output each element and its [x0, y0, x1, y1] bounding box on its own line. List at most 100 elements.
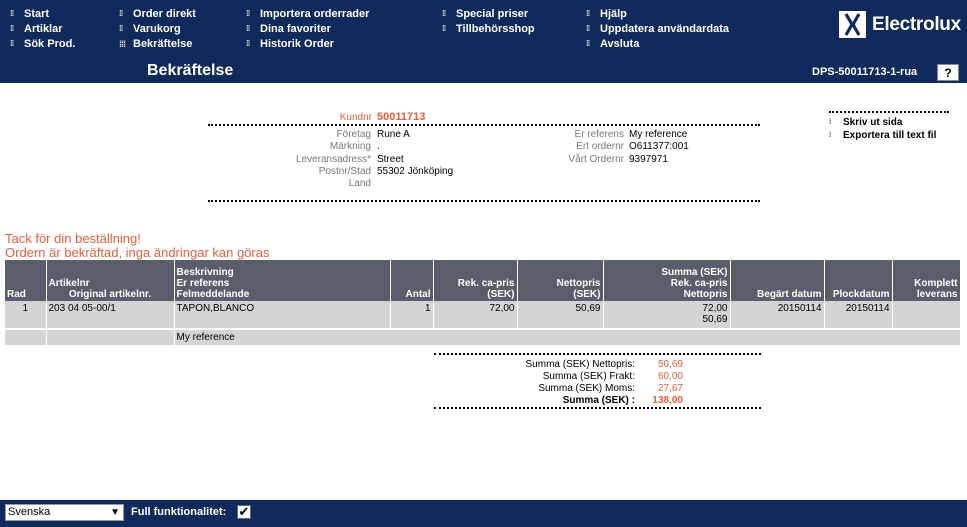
col-artikelnr: Artikelnr Original artikelnr.: [46, 260, 175, 301]
kundnr-label: Kundnr: [339, 112, 372, 123]
nav-column-4: ⁞⁞ Special priser ⁞⁞ Tillbehörsshop: [442, 6, 535, 36]
nav-bullet-icon: ⁞⁞: [442, 9, 446, 18]
cell-beskrivning: TAPON,BLANCO: [174, 301, 391, 328]
nav-bullet-icon: ⁞⁞: [10, 39, 14, 48]
footer-bar: Svenska ▼ Full funktionalitet: ✔: [0, 500, 967, 527]
nav-importera-orderrader[interactable]: ⁞⁞ Importera orderrader: [246, 6, 369, 21]
side-actions: ⁞ Skriv ut sida ⁞ Exportera till text fil: [829, 111, 959, 142]
nav-column-3: ⁞⁞ Importera orderrader ⁞⁞ Dina favoriter …: [246, 6, 369, 51]
field-label-land: Land: [348, 178, 371, 189]
electrolux-logo-icon: [839, 11, 866, 38]
cell-referens: My reference: [174, 330, 961, 345]
field-label-markning: Märkning: [329, 141, 371, 152]
nav-column-2: ⁞⁞ Order direkt ⁞⁞ Varukorg ⁞⁞⁞ Bekräftelse: [119, 6, 196, 51]
nav-bullet-icon: ⁞⁞: [10, 24, 14, 33]
nav-start[interactable]: ⁞⁞ Start: [10, 6, 75, 21]
field-label-leveransadress: Leveransadress*: [295, 154, 371, 165]
field-label-er-referens: Er referens: [574, 129, 624, 140]
nav-hjalp[interactable]: ⁞⁞ Hjälp: [586, 6, 729, 21]
full-functionality-checkbox[interactable]: ✔: [237, 505, 251, 519]
nav-bullet-icon: ⁞⁞: [10, 9, 14, 18]
nav-bullet-icon: ⁞⁞: [442, 24, 446, 33]
nav-artiklar[interactable]: ⁞⁞ Artiklar: [10, 21, 75, 36]
logo-wordmark: Electrolux: [872, 13, 961, 35]
table-row-reference: My reference: [5, 330, 961, 345]
nav-bullet-icon: ⁞⁞: [586, 9, 590, 18]
col-antal: Antal: [390, 260, 434, 301]
bullet-icon: ⁞: [829, 132, 832, 139]
page-title: Bekräftelse: [147, 62, 234, 79]
col-plockdatum: Plockdatum: [824, 260, 893, 301]
nav-historik-order[interactable]: ⁞⁞ Historik Order: [246, 36, 369, 51]
cell-artikelnr: 203 04 05-00/1: [46, 301, 175, 328]
nav-dina-favoriter[interactable]: ⁞⁞ Dina favoriter: [246, 21, 369, 36]
help-button[interactable]: ?: [937, 64, 959, 81]
cell-nettopris: 50,69: [517, 301, 604, 328]
cell-antal: 1: [390, 301, 434, 328]
nav-uppdatera-anvandardata[interactable]: ⁞⁞ Uppdatera användardata: [586, 21, 729, 36]
bullet-icon: ⁞: [829, 119, 832, 126]
nav-bekraftelse[interactable]: ⁞⁞⁞ Bekräftelse: [119, 36, 196, 51]
nav-active-grid-icon: ⁞⁞⁞: [119, 38, 126, 49]
col-rek-ca-pris: Rek. ca-pris (SEK): [433, 260, 518, 301]
field-value-ert-ordernr: O611377:001: [629, 141, 689, 152]
nav-tillbehorsshop[interactable]: ⁞⁞ Tillbehörsshop: [442, 21, 535, 36]
order-table: Rad Artikelnr Original artikelnr. Beskriv…: [5, 260, 961, 345]
confirmed-message: Ordern är bekräftad, inga ändringar kan …: [5, 245, 270, 260]
table-row: 1 203 04 05-00/1 TAPON,BLANCO 1 72,00 50…: [5, 301, 961, 328]
chevron-down-icon: ▼: [110, 507, 120, 518]
field-value-markning: .: [377, 141, 380, 152]
field-label-ert-ordernr: Ert ordernr: [576, 141, 624, 152]
divider-top: [208, 124, 760, 126]
language-select[interactable]: Svenska ▼: [5, 504, 124, 521]
cell-rek-ca-pris: 72,00: [433, 301, 518, 328]
electrolux-logo: Electrolux: [839, 11, 961, 38]
field-label-postnr-stad: Postnr/Stad: [318, 166, 371, 177]
cell-begart-datum: 20150114: [730, 301, 825, 328]
top-navigation-bar: ⁞⁞ Start ⁞⁞ Artiklar ⁞⁞ Sök Prod. ⁞⁞ Order d…: [0, 0, 967, 83]
nav-bullet-icon: ⁞⁞: [586, 24, 590, 33]
col-summa: Summa (SEK) Rek. ca-pris Nettopris: [603, 260, 731, 301]
cell-empty: [5, 330, 47, 345]
nav-special-priser[interactable]: ⁞⁞ Special priser: [442, 6, 535, 21]
col-rad: Rad: [5, 260, 47, 301]
nav-bullet-icon: ⁞⁞: [119, 24, 123, 33]
cell-plockdatum: 20150114: [824, 301, 893, 328]
cell-komplett: [892, 301, 961, 328]
nav-bullet-icon: ⁞⁞: [246, 9, 250, 18]
export-text-link[interactable]: ⁞ Exportera till text fil: [829, 129, 959, 142]
field-value-postnr-stad: 55302 Jönköping: [377, 166, 454, 177]
nav-column-5: ⁞⁞ Hjälp ⁞⁞ Uppdatera användardata ⁞⁞ Avslu…: [586, 6, 729, 51]
nav-sok-prod[interactable]: ⁞⁞ Sök Prod.: [10, 36, 75, 51]
field-value-er-referens: My reference: [629, 129, 688, 140]
print-page-link[interactable]: ⁞ Skriv ut sida: [829, 116, 959, 129]
col-begart-datum: Begärt datum: [730, 260, 825, 301]
document-id: DPS-50011713-1-rua: [812, 66, 918, 78]
cell-summa: 72,00 50,69: [603, 301, 731, 328]
cell-rad: 1: [5, 301, 47, 328]
summary-divider-bottom: [434, 407, 761, 409]
side-divider: [829, 111, 949, 113]
nav-column-1: ⁞⁞ Start ⁞⁞ Artiklar ⁞⁞ Sök Prod.: [10, 6, 75, 51]
nav-varukorg[interactable]: ⁞⁞ Varukorg: [119, 21, 196, 36]
col-komplett-leverans: Komplett leverans: [892, 260, 961, 301]
nav-order-direkt[interactable]: ⁞⁞ Order direkt: [119, 6, 196, 21]
field-value-vart-ordernr: 9397971: [629, 154, 668, 165]
kundnr-value: 50011713: [377, 111, 426, 123]
nav-bullet-icon: ⁞⁞: [246, 24, 250, 33]
field-label-vart-ordernr: Vårt Ordernr: [568, 154, 624, 165]
field-label-foretag: Företag: [336, 129, 371, 140]
field-value-foretag: Rune A: [377, 129, 410, 140]
col-beskrivning: Beskrivning Er referens Felmeddelande: [174, 260, 391, 301]
full-functionality-label: Full funktionalitet:: [131, 506, 227, 518]
field-value-leveransadress: Street: [377, 154, 404, 165]
nav-bullet-icon: ⁞⁞: [586, 39, 590, 48]
table-header-row: Rad Artikelnr Original artikelnr. Beskriv…: [5, 260, 961, 301]
col-nettopris: Nettopris (SEK): [517, 260, 604, 301]
nav-bullet-icon: ⁞⁞: [119, 9, 123, 18]
summary-divider-top: [434, 353, 761, 355]
nav-avsluta[interactable]: ⁞⁞ Avsluta: [586, 36, 729, 51]
divider-bottom: [208, 200, 760, 202]
thanks-message: Tack för din beställning!: [5, 231, 141, 246]
cell-empty: [46, 330, 175, 345]
